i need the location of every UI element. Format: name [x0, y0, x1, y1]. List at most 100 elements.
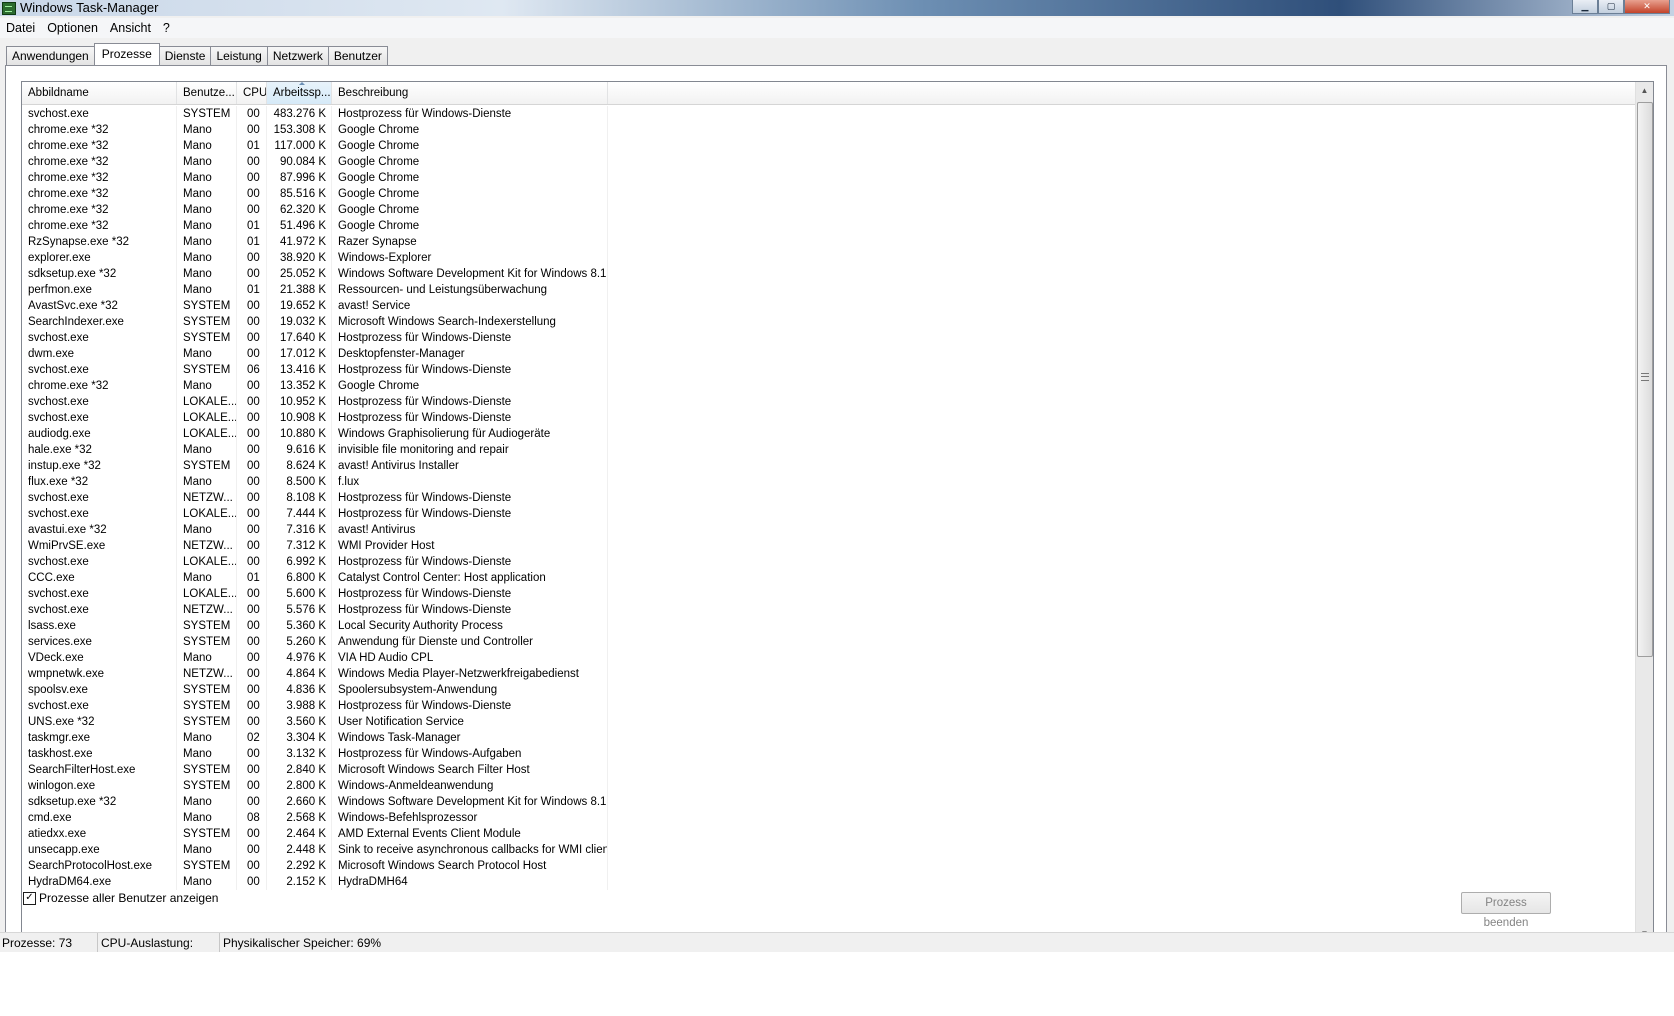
column-header-name[interactable]: Abbildname — [22, 82, 177, 104]
process-row[interactable]: HydraDM64.exe Mano 00 2.152 K HydraDMH64 — [22, 874, 1635, 890]
process-row[interactable]: CCC.exe Mano 01 6.800 K Catalyst Control Cen… — [22, 570, 1635, 586]
menu-ansicht[interactable]: Ansicht — [104, 18, 157, 38]
column-header-user[interactable]: Benutze... — [177, 82, 237, 104]
process-row[interactable]: perfmon.exe Mano 01 21.388 K Ressourcen- und… — [22, 282, 1635, 298]
process-row[interactable]: WmiPrvSE.exe NETZW... 00 7.312 K WMI Provide… — [22, 538, 1635, 554]
minimize-button[interactable]: ▁ — [1572, 0, 1598, 14]
process-row[interactable]: avastui.exe *32 Mano 00 7.316 Kavast! Antiv… — [22, 522, 1635, 538]
process-row[interactable]: svchost.exe SYSTEM 06 13.416 K Hostprozess f… — [22, 362, 1635, 378]
process-user: LOKALE... — [177, 554, 237, 570]
process-user: Mano — [177, 874, 237, 890]
process-row[interactable]: winlogon.exe SYSTEM 00 2.800 K Windows-Anmel… — [22, 778, 1635, 794]
tab-benutzer[interactable]: Benutzer — [327, 46, 388, 65]
process-row[interactable]: unsecapp.exe Mano 00 2.448 K Sink to receive… — [22, 842, 1635, 858]
close-button[interactable]: ✕ — [1624, 0, 1670, 14]
process-row[interactable]: chrome.exe *32 Mano 01 117.000 K Google Chro… — [22, 138, 1635, 154]
tab-netzwerk[interactable]: Netzwerk — [266, 46, 329, 65]
process-memory: 4.836 K — [267, 682, 332, 698]
process-row[interactable]: svchost.exe SYSTEM 00 483.276 K Hostprozess … — [22, 106, 1635, 122]
process-description: avast! Antivirus Installer — [332, 458, 608, 474]
process-memory: 25.052 K — [267, 266, 332, 282]
process-row[interactable]: wmpnetwk.exe NETZW... 00 4.864 K Windows Med… — [22, 666, 1635, 682]
process-user: SYSTEM — [177, 826, 237, 842]
process-row[interactable]: svchost.exe LOKALE... 00 7.444 K Hostprozess… — [22, 506, 1635, 522]
tab-prozesse[interactable]: Prozesse — [93, 43, 160, 65]
column-header-description[interactable]: Beschreibung — [332, 82, 608, 104]
process-row[interactable]: UNS.exe *32 SYSTEM 00 3.560 K User Notificat… — [22, 714, 1635, 730]
process-row[interactable]: SearchIndexer.exe SYSTEM 00 19.032 K Microso… — [22, 314, 1635, 330]
process-user: Mano — [177, 810, 237, 826]
tab-leistung[interactable]: Leistung — [210, 46, 268, 65]
process-row[interactable]: svchost.exe NETZW... 00 8.108 K Hostprozess … — [22, 490, 1635, 506]
list-header: Abbildname Benutze... CPU Arbeitssp... B… — [22, 82, 1635, 105]
process-row[interactable]: chrome.exe *32 Mano 00 62.320 K Google Chrom… — [22, 202, 1635, 218]
process-row[interactable]: audiodg.exe LOKALE... 00 10.880 K Windows Gr… — [22, 426, 1635, 442]
process-memory: 90.084 K — [267, 154, 332, 170]
process-row[interactable]: RzSynapse.exe *32 Mano 01 41.972 K Razer Syn… — [22, 234, 1635, 250]
process-row[interactable]: sdksetup.exe *32 Mano 00 25.052 K Windows So… — [22, 266, 1635, 282]
column-header-memory[interactable]: Arbeitssp... — [267, 82, 332, 104]
process-row[interactable]: chrome.exe *32 Mano 00 153.308 K Google Chro… — [22, 122, 1635, 138]
process-memory: 2.464 K — [267, 826, 332, 842]
menu-optionen[interactable]: Optionen — [41, 18, 104, 38]
process-row[interactable]: atiedxx.exe SYSTEM 00 2.464 K AMD External E… — [22, 826, 1635, 842]
process-row[interactable]: sdksetup.exe *32 Mano 00 2.660 K Windows Sof… — [22, 794, 1635, 810]
tab-dienste[interactable]: Dienste — [158, 46, 212, 65]
process-row[interactable]: chrome.exe *32 Mano 00 13.352 K Google Chrom… — [22, 378, 1635, 394]
process-row[interactable]: SearchFilterHost.exe SYSTEM 00 2.840 K Micro… — [22, 762, 1635, 778]
process-list[interactable]: Abbildname Benutze... CPU Arbeitssp... B… — [21, 81, 1654, 943]
menu-datei[interactable]: Datei — [0, 18, 41, 38]
process-name: chrome.exe *32 — [22, 170, 177, 186]
process-name: perfmon.exe — [22, 282, 177, 298]
process-row[interactable]: svchost.exe SYSTEM 00 3.988 K Hostprozess fü… — [22, 698, 1635, 714]
process-description: Google Chrome — [332, 202, 608, 218]
process-row[interactable]: chrome.exe *32 Mano 00 87.996 K Google Chrom… — [22, 170, 1635, 186]
process-name: UNS.exe *32 — [22, 714, 177, 730]
tab-anwendungen[interactable]: Anwendungen — [6, 46, 95, 65]
scroll-up-arrow-icon[interactable]: ▲ — [1636, 82, 1653, 99]
process-row[interactable]: svchost.exe LOKALE... 00 5.600 K Hostprozess… — [22, 586, 1635, 602]
process-memory: 17.640 K — [267, 330, 332, 346]
process-row[interactable]: AvastSvc.exe *32 SYSTEM 00 19.652 Kavast! S… — [22, 298, 1635, 314]
process-user: Mano — [177, 282, 237, 298]
process-row[interactable]: hale.exe *32 Mano 00 9.616 Kinvisible file … — [22, 442, 1635, 458]
show-all-users-checkbox[interactable]: ✓ — [23, 891, 36, 905]
process-row[interactable]: svchost.exe LOKALE... 00 10.952 K Hostprozes… — [22, 394, 1635, 410]
process-row[interactable]: instup.exe *32 SYSTEM 00 8.624 Kavast! Anti… — [22, 458, 1635, 474]
menu-help[interactable]: ? — [157, 18, 176, 38]
process-row[interactable]: VDeck.exe Mano 00 4.976 K VIA HD Audio CPL — [22, 650, 1635, 666]
process-row[interactable]: cmd.exe Mano 08 2.568 K Windows-Befehlsproze… — [22, 810, 1635, 826]
process-user: LOKALE... — [177, 410, 237, 426]
process-row[interactable]: spoolsv.exe SYSTEM 00 4.836 K Spoolersubsyst… — [22, 682, 1635, 698]
process-description: Spoolersubsystem-Anwendung — [332, 682, 608, 698]
process-row[interactable]: chrome.exe *32 Mano 00 90.084 K Google Chrom… — [22, 154, 1635, 170]
process-memory: 21.388 K — [267, 282, 332, 298]
process-row[interactable]: SearchProtocolHost.exe SYSTEM 00 2.292 K Mic… — [22, 858, 1635, 874]
process-memory: 2.152 K — [267, 874, 332, 890]
process-row[interactable]: chrome.exe *32 Mano 01 51.496 K Google Chrom… — [22, 218, 1635, 234]
process-row[interactable]: svchost.exe LOKALE... 00 10.908 K Hostprozes… — [22, 410, 1635, 426]
process-cpu: 01 — [237, 218, 267, 234]
process-row[interactable]: services.exe SYSTEM 00 5.260 K Anwendung für… — [22, 634, 1635, 650]
process-name: AvastSvc.exe *32 — [22, 298, 177, 314]
process-memory: 2.448 K — [267, 842, 332, 858]
process-row[interactable]: taskmgr.exe Mano 02 3.304 K Windows Task-Man… — [22, 730, 1635, 746]
process-row[interactable]: chrome.exe *32 Mano 00 85.516 K Google Chrom… — [22, 186, 1635, 202]
maximize-button[interactable]: ▢ — [1598, 0, 1624, 14]
scrollbar-thumb[interactable] — [1637, 102, 1653, 657]
process-name: flux.exe *32 — [22, 474, 177, 490]
column-header-cpu[interactable]: CPU — [237, 82, 267, 104]
process-memory: 3.988 K — [267, 698, 332, 714]
show-all-users-option[interactable]: ✓ Prozesse aller Benutzer anzeigen — [23, 891, 218, 905]
process-row[interactable]: explorer.exe Mano 00 38.920 K Windows-Explor… — [22, 250, 1635, 266]
process-row[interactable]: svchost.exe NETZW... 00 5.576 K Hostprozess … — [22, 602, 1635, 618]
process-row[interactable]: taskhost.exe Mano 00 3.132 K Hostprozess für… — [22, 746, 1635, 762]
end-process-button[interactable]: Prozess beenden — [1461, 892, 1551, 929]
process-memory: 51.496 K — [267, 218, 332, 234]
process-row[interactable]: lsass.exe SYSTEM 00 5.360 K Local Security A… — [22, 618, 1635, 634]
process-row[interactable]: dwm.exe Mano 00 17.012 K Desktopfenster-Mana… — [22, 346, 1635, 362]
vertical-scrollbar[interactable]: ▲ ▼ — [1635, 82, 1653, 942]
process-row[interactable]: flux.exe *32 Mano 00 8.500 Kf.lux — [22, 474, 1635, 490]
process-row[interactable]: svchost.exe LOKALE... 00 6.992 K Hostprozess… — [22, 554, 1635, 570]
process-row[interactable]: svchost.exe SYSTEM 00 17.640 K Hostprozess f… — [22, 330, 1635, 346]
